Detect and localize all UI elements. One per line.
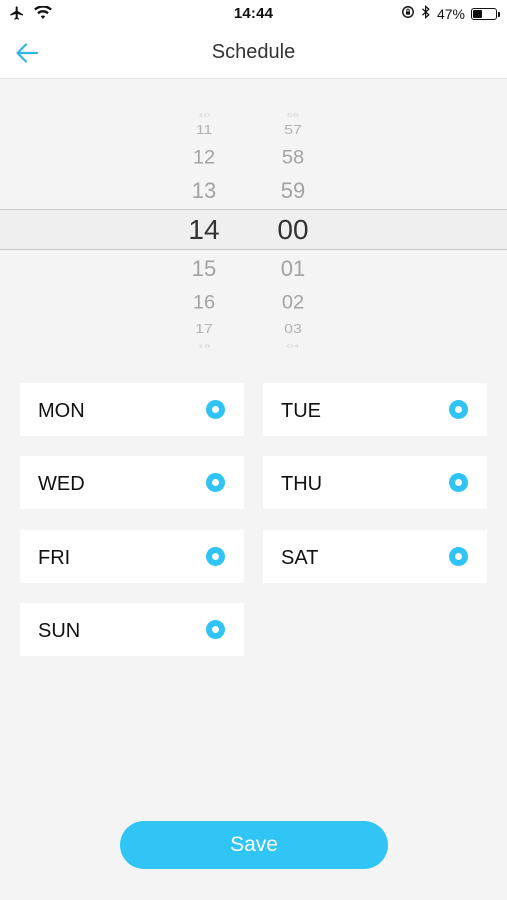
radio-selected-icon[interactable] <box>449 473 468 492</box>
picker-option[interactable]: 03 <box>263 323 323 336</box>
picker-option[interactable]: 16 <box>174 294 234 313</box>
radio-selected-icon[interactable] <box>206 620 225 639</box>
day-label: MON <box>38 400 85 422</box>
radio-selected-icon[interactable] <box>449 400 468 419</box>
page-title: Schedule <box>211 41 296 63</box>
picker-option[interactable]: 11 <box>174 124 234 137</box>
battery-icon <box>471 7 500 20</box>
battery-percent: 47% <box>436 5 465 22</box>
save-button[interactable]: Save <box>120 821 388 869</box>
picker-option[interactable]: 13 <box>174 180 234 202</box>
day-option-fri[interactable]: FRI <box>20 530 244 583</box>
picker-option[interactable]: 57 <box>263 124 323 137</box>
picker-option[interactable]: 58 <box>263 149 323 168</box>
day-label: THU <box>281 473 323 495</box>
selected-hour[interactable]: 14 <box>174 216 234 244</box>
day-option-mon[interactable]: MON <box>20 383 244 436</box>
day-option-sat[interactable]: SAT <box>263 530 487 583</box>
day-option-tue[interactable]: TUE <box>263 383 487 436</box>
radio-selected-icon[interactable] <box>206 473 225 492</box>
radio-selected-icon[interactable] <box>449 547 468 566</box>
picker-option[interactable]: 04 <box>263 343 323 349</box>
day-label: SAT <box>281 547 319 569</box>
day-label: WED <box>38 473 85 495</box>
rotation-lock-icon <box>401 5 415 22</box>
bluetooth-icon <box>421 4 431 22</box>
day-option-thu[interactable]: THU <box>263 456 487 509</box>
picker-option[interactable]: 56 <box>263 112 323 118</box>
picker-option[interactable]: 15 <box>174 258 234 280</box>
radio-selected-icon[interactable] <box>206 400 225 419</box>
picker-option[interactable]: 17 <box>174 323 234 336</box>
day-label: SUN <box>38 620 81 642</box>
picker-selection-band <box>0 209 507 250</box>
picker-option[interactable]: 10 <box>174 112 234 118</box>
day-label: TUE <box>281 400 321 422</box>
picker-option[interactable]: 02 <box>263 294 323 313</box>
day-label: FRI <box>38 547 71 569</box>
time-picker[interactable]: 10 11 12 13 14 15 16 17 18 56 57 58 59 00 01 02 03 04 <box>0 108 507 348</box>
picker-option[interactable]: 18 <box>174 343 234 349</box>
nav-bar: Schedule <box>0 28 507 79</box>
minute-wheel[interactable]: 56 57 58 59 00 01 02 03 04 <box>263 108 323 348</box>
status-bar: 14:44 47% <box>0 0 507 28</box>
radio-selected-icon[interactable] <box>206 547 225 566</box>
hour-wheel[interactable]: 10 11 12 13 14 15 16 17 18 <box>174 108 234 348</box>
picker-option[interactable]: 12 <box>174 149 234 168</box>
selected-minute[interactable]: 00 <box>263 216 323 244</box>
picker-option[interactable]: 59 <box>263 180 323 202</box>
picker-option[interactable]: 01 <box>263 258 323 280</box>
day-option-wed[interactable]: WED <box>20 456 244 509</box>
day-option-sun[interactable]: SUN <box>20 603 244 656</box>
